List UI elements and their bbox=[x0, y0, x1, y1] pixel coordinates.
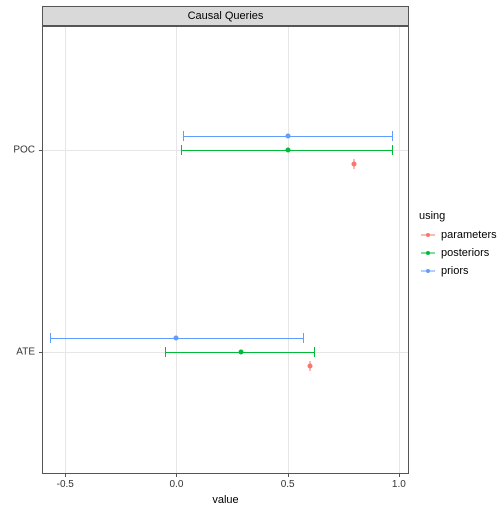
error-bar-cap bbox=[50, 333, 51, 343]
legend-title: using bbox=[419, 210, 497, 222]
legend-item: priors bbox=[419, 262, 497, 280]
legend-item: parameters bbox=[419, 226, 497, 244]
x-tick-mark bbox=[65, 473, 66, 477]
plot-panel: -0.50.00.51.0POCATE bbox=[42, 26, 409, 474]
x-tick-label: -0.5 bbox=[57, 479, 74, 490]
x-tick-mark bbox=[288, 473, 289, 477]
x-axis-label: value bbox=[212, 494, 238, 506]
gridline-vertical bbox=[176, 27, 177, 473]
x-tick-mark bbox=[176, 473, 177, 477]
x-tick-label: 1.0 bbox=[392, 479, 406, 490]
y-tick-mark bbox=[39, 352, 43, 353]
y-tick-label: ATE bbox=[16, 346, 35, 357]
data-point bbox=[285, 134, 290, 139]
legend-label: priors bbox=[441, 265, 469, 277]
error-bar-cap bbox=[392, 145, 393, 155]
error-bar-cap bbox=[314, 347, 315, 357]
legend-key-icon bbox=[419, 262, 437, 280]
error-bar-cap bbox=[392, 131, 393, 141]
x-tick-mark bbox=[399, 473, 400, 477]
gridline-vertical bbox=[288, 27, 289, 473]
legend-key-icon bbox=[419, 244, 437, 262]
legend-label: parameters bbox=[441, 229, 497, 241]
gridline-vertical bbox=[65, 27, 66, 473]
error-bar-cap bbox=[183, 131, 184, 141]
y-tick-label: POC bbox=[13, 145, 35, 156]
error-bar-cap bbox=[303, 333, 304, 343]
legend: using parameters posteriors priors bbox=[419, 210, 497, 280]
chart-figure: Causal Queries -0.50.00.51.0POCATE value… bbox=[0, 0, 504, 504]
plot-area: -0.50.00.51.0POCATE bbox=[43, 27, 408, 473]
legend-label: posteriors bbox=[441, 247, 489, 259]
data-point bbox=[352, 162, 357, 167]
y-tick-mark bbox=[39, 150, 43, 151]
data-point bbox=[307, 363, 312, 368]
data-point bbox=[174, 335, 179, 340]
data-point bbox=[285, 148, 290, 153]
gridline-vertical bbox=[399, 27, 400, 473]
x-tick-label: 0.5 bbox=[281, 479, 295, 490]
error-bar-cap bbox=[181, 145, 182, 155]
data-point bbox=[238, 349, 243, 354]
facet-title: Causal Queries bbox=[188, 11, 264, 22]
x-tick-label: 0.0 bbox=[170, 479, 184, 490]
legend-item: posteriors bbox=[419, 244, 497, 262]
facet-strip: Causal Queries bbox=[42, 6, 409, 26]
error-bar-cap bbox=[165, 347, 166, 357]
legend-key-icon bbox=[419, 226, 437, 244]
